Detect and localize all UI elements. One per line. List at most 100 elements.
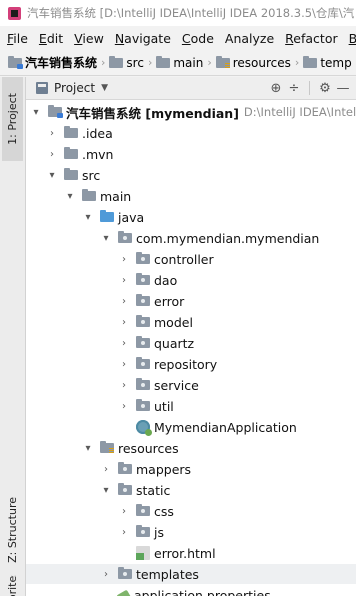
chevron-right-icon[interactable]: › [118,254,130,265]
package-icon [136,336,150,348]
menu-navigate[interactable]: Navigate [115,31,171,46]
package-icon [136,357,150,369]
chevron-right-icon[interactable]: › [118,380,130,391]
chevron-right-icon[interactable]: › [118,275,130,286]
resources-folder-icon [100,441,114,453]
breadcrumb-separator: › [207,56,212,69]
resources-folder-icon [215,55,230,68]
folder-icon [118,483,132,495]
tree-row-util[interactable]: › util [26,396,356,416]
menu-edit[interactable]: Edit [39,31,63,46]
chevron-right-icon[interactable]: › [118,401,130,412]
tree-row-application-properties[interactable]: application.properties [26,585,356,596]
menu-code[interactable]: Code [182,31,214,46]
html-file-icon [136,546,150,560]
tool-window-strip: 1: Project Z: Structure orites [0,77,26,596]
menu-analyze[interactable]: Analyze [225,31,274,46]
chevron-down-icon[interactable]: ▼ [101,83,108,93]
breadcrumb-templates[interactable]: temp [303,55,352,70]
tree-row-templates[interactable]: › templates [26,564,356,584]
tree-row-quartz[interactable]: › quartz [26,333,356,353]
tree-row-static[interactable]: ▾ static [26,480,356,500]
menu-file[interactable]: File [7,31,28,46]
tree-row-js[interactable]: › js [26,522,356,542]
chevron-right-icon[interactable]: › [118,506,130,517]
folder-icon [303,55,318,68]
breadcrumb: 汽车销售系统 › src › main › resources › temp [0,50,356,76]
folder-icon [118,567,132,579]
chevron-right-icon[interactable]: › [46,149,58,160]
chevron-right-icon[interactable]: › [118,359,130,370]
tab-project[interactable]: 1: Project [2,77,23,161]
menu-refactor[interactable]: Refactor [285,31,337,46]
chevron-down-icon[interactable]: ▾ [82,443,94,454]
tree-row-application-class[interactable]: MymendianApplication [26,417,356,437]
project-view-selector[interactable]: Project [54,81,95,95]
tree-row-controller[interactable]: › controller [26,249,356,269]
tree-row-error-html[interactable]: error.html [26,543,356,563]
tree-row-repository[interactable]: › repository [26,354,356,374]
chevron-down-icon[interactable]: ▾ [46,170,58,181]
breadcrumb-src[interactable]: src [109,55,144,70]
collapse-all-icon[interactable]: ÷ [285,81,303,96]
tab-structure[interactable]: Z: Structure [2,485,23,575]
locate-file-icon[interactable]: ⊕ [267,81,285,96]
chevron-down-icon[interactable]: ▾ [100,233,112,244]
menu-bar: File Edit View Navigate Code Analyze Ref… [0,26,356,50]
intellij-app-icon [8,6,21,20]
folder-icon [82,189,96,201]
chevron-down-icon[interactable]: ▾ [100,485,112,496]
tree-row-mvn[interactable]: › .mvn [26,144,356,164]
tree-row-idea[interactable]: › .idea [26,123,356,143]
chevron-right-icon[interactable]: › [46,128,58,139]
breadcrumb-separator: › [147,56,153,69]
package-icon [136,252,150,264]
breadcrumb-separator: › [294,56,300,69]
breadcrumb-project[interactable]: 汽车销售系统 [8,54,97,71]
tree-row-dao[interactable]: › dao [26,270,356,290]
tab-favorites[interactable]: orites [2,575,23,596]
breadcrumb-main[interactable]: main [156,55,203,70]
package-icon [136,315,150,327]
tree-row-root-package[interactable]: ▾ com.mymendian.mymendian [26,228,356,248]
source-folder-icon [100,210,114,222]
properties-file-icon [116,589,132,596]
gear-icon[interactable]: ⚙ [316,81,334,96]
folder-icon [64,147,78,159]
module-folder-icon [48,105,63,118]
tree-row-src[interactable]: ▾ src [26,165,356,185]
folder-icon [64,168,78,180]
tree-row-project-root[interactable]: ▾ 汽车销售系统 [mymendian] D:\IntelliJ IDEA\In… [26,102,356,122]
toolbar-divider [309,81,310,95]
chevron-down-icon[interactable]: ▾ [64,191,76,202]
menu-build[interactable]: Bu [349,31,356,46]
tree-row-main[interactable]: ▾ main [26,186,356,206]
tree-row-resources[interactable]: ▾ resources [26,438,356,458]
project-panel: Project ▼ ⊕ ÷ ⚙ — ▾ 汽车销售系统 [mymendian] D… [26,77,356,596]
folder-icon [118,462,132,474]
chevron-right-icon[interactable]: › [100,569,112,580]
tree-row-service[interactable]: › service [26,375,356,395]
chevron-right-icon[interactable]: › [118,317,130,328]
folder-icon [156,55,171,68]
breadcrumb-resources[interactable]: resources [215,55,291,70]
tree-row-mappers[interactable]: › mappers [26,459,356,479]
chevron-right-icon[interactable]: › [118,527,130,538]
package-icon [136,399,150,411]
package-icon [118,231,132,243]
package-icon [136,294,150,306]
menu-view[interactable]: View [74,31,104,46]
hide-icon[interactable]: — [334,81,352,96]
tree-row-model[interactable]: › model [26,312,356,332]
chevron-right-icon[interactable]: › [100,464,112,475]
tree-row-css[interactable]: › css [26,501,356,521]
tree-row-java[interactable]: ▾ java [26,207,356,227]
tree-row-error[interactable]: › error [26,291,356,311]
chevron-down-icon[interactable]: ▾ [82,212,94,223]
chevron-down-icon[interactable]: ▾ [30,107,42,118]
chevron-right-icon[interactable]: › [118,338,130,349]
package-icon [136,378,150,390]
project-panel-header: Project ▼ ⊕ ÷ ⚙ — [26,77,356,100]
folder-icon [136,504,150,516]
chevron-right-icon[interactable]: › [118,296,130,307]
